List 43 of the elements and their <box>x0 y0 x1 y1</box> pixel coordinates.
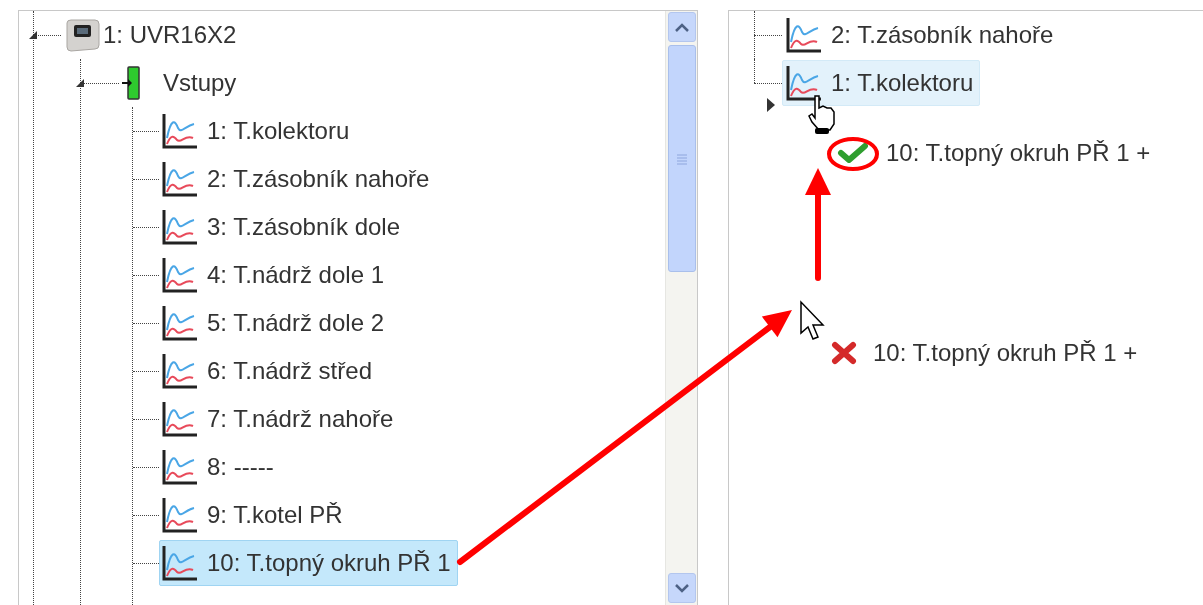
chart-icon <box>161 304 199 342</box>
chevron-up-icon <box>674 22 689 32</box>
pointer-cursor-icon <box>800 300 825 340</box>
highlight-ellipse <box>827 137 879 171</box>
chart-icon <box>785 16 823 54</box>
chart-icon <box>785 64 823 102</box>
chart-icon <box>161 112 199 150</box>
inputs-icon <box>121 65 141 101</box>
drag-label: 10: T.topný okruh PŘ 1 + <box>886 141 1151 165</box>
tree-item[interactable]: 1: UVR16X2 <box>61 12 239 58</box>
tree-item[interactable]: Vstupy <box>119 60 239 106</box>
chart-icon <box>161 400 199 438</box>
scroll-down-button[interactable] <box>667 573 696 603</box>
expander-icon[interactable] <box>28 30 38 40</box>
tree-item[interactable]: 3: T.zásobník dole <box>159 204 403 250</box>
tree-item[interactable]: 7: T.nádrž nahoře <box>159 396 396 442</box>
drop-position-icon <box>767 98 775 112</box>
chart-icon <box>161 544 199 582</box>
tree-item[interactable]: 8: ----- <box>159 444 276 490</box>
device-icon <box>63 17 101 53</box>
tree-item[interactable]: 5: T.nádrž dole 2 <box>159 300 386 346</box>
tree-item[interactable]: 9: T.kotel PŘ <box>159 492 345 538</box>
tree-item[interactable]: 2: T.zásobník nahoře <box>782 12 1061 58</box>
tree-item[interactable]: 1: T.kolektoru <box>782 60 981 106</box>
chart-icon <box>161 256 199 294</box>
chart-icon <box>161 160 199 198</box>
chevron-down-icon <box>674 583 689 593</box>
tree-item[interactable]: 1: T.kolektoru <box>159 108 352 154</box>
grip-icon <box>675 152 688 165</box>
scrollbar[interactable] <box>665 11 697 605</box>
hand-cursor-icon <box>808 95 835 134</box>
tree-item[interactable]: 4: T.nádrž dole 1 <box>159 252 386 298</box>
tree-item[interactable]: 10: T.topný okruh PŘ 1 <box>159 540 458 586</box>
tree-item[interactable]: 6: T.nádrž střed <box>159 348 374 394</box>
tree-item[interactable]: 2: T.zásobník nahoře <box>159 156 432 202</box>
chart-icon <box>161 448 199 486</box>
scroll-up-button[interactable] <box>667 12 696 42</box>
chart-icon <box>161 208 199 246</box>
scroll-thumb[interactable] <box>667 45 696 272</box>
drag-label: 10: T.topný okruh PŘ 1 + <box>873 341 1138 365</box>
chart-icon <box>161 352 199 390</box>
chart-icon <box>161 496 199 534</box>
expander-icon[interactable] <box>75 78 85 88</box>
